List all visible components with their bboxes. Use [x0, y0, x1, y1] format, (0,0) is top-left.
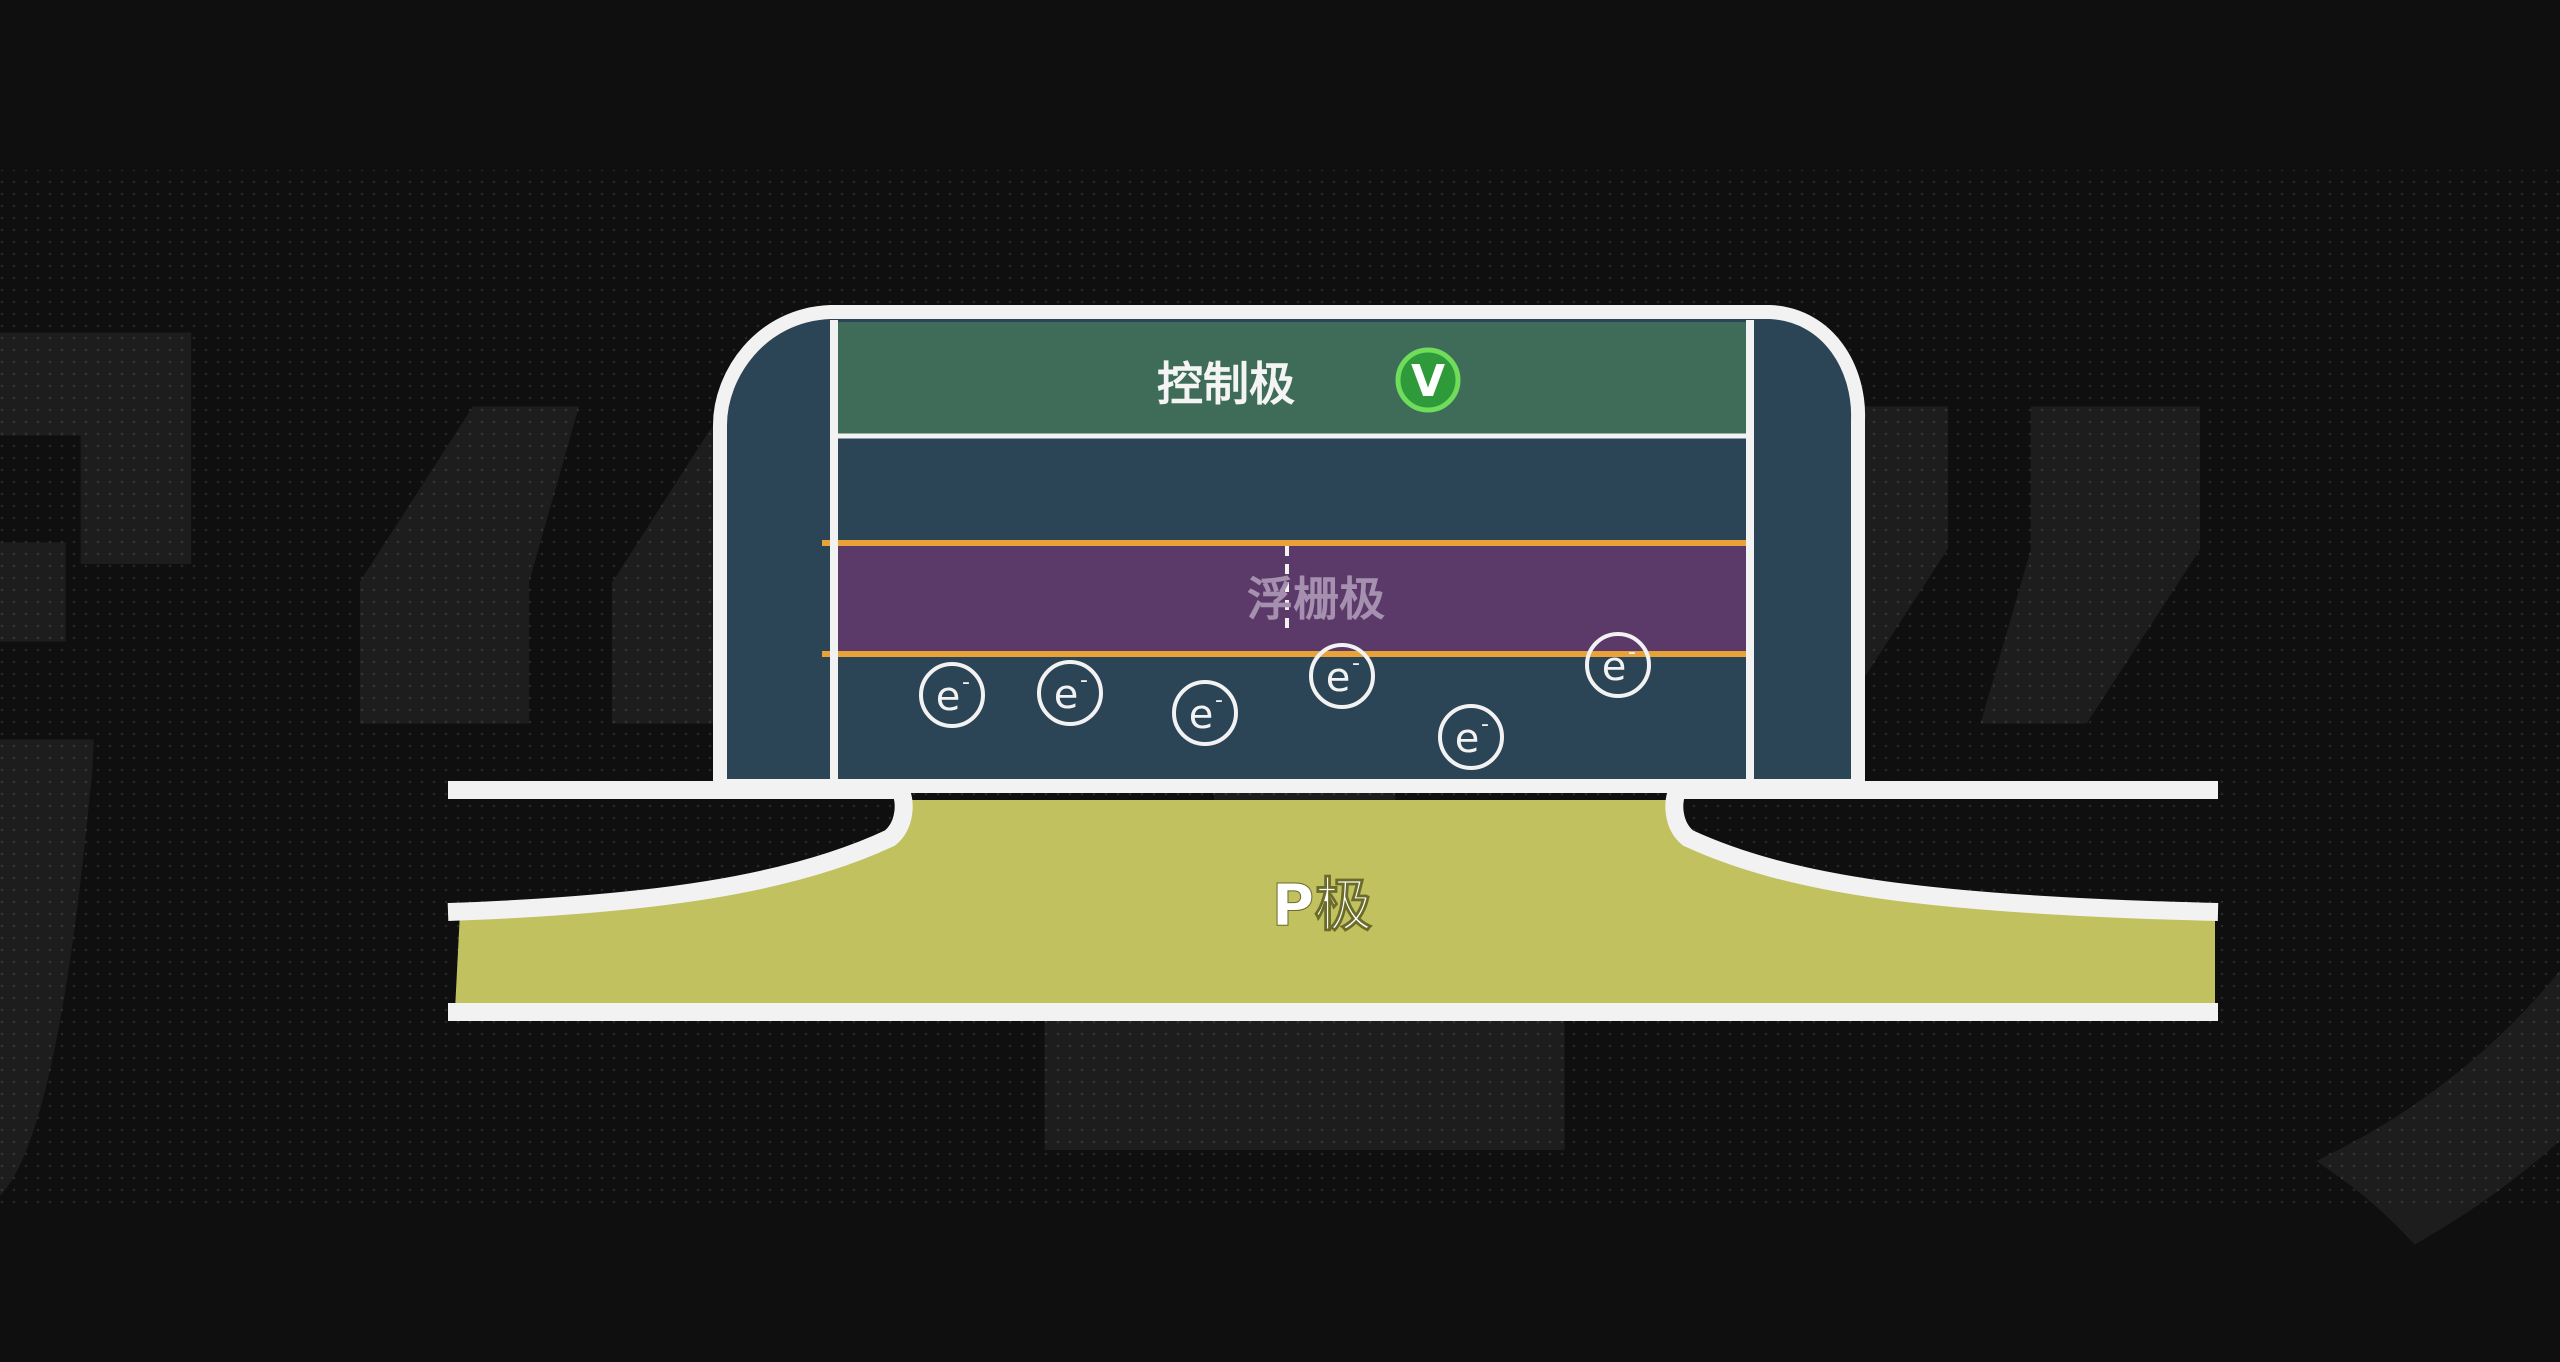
electron-symbol: e — [1189, 692, 1214, 738]
control-gate-label: 控制极 — [1157, 357, 1295, 411]
voltage-badge: V — [1395, 347, 1461, 413]
voltage-badge-label: V — [1411, 356, 1445, 407]
electron-symbol: e — [1455, 716, 1480, 762]
electron-charge: - — [1352, 651, 1360, 676]
flash-cell-diagram: 写“1”入 控制极 V 浮栅极 e - e - e - e - — [0, 0, 2560, 1362]
electron-symbol: e — [1326, 655, 1351, 701]
electron-charge: - — [1215, 688, 1223, 713]
electron-charge: - — [1628, 640, 1636, 665]
p-region-label: P极 — [1272, 871, 1373, 939]
electron-symbol: e — [1602, 644, 1627, 690]
electron-charge: - — [962, 670, 970, 695]
electron-charge: - — [1080, 668, 1088, 693]
electron-symbol: e — [1054, 672, 1079, 718]
floating-gate-label: 浮栅极 — [1247, 572, 1385, 626]
electron-charge: - — [1481, 712, 1489, 737]
electron-symbol: e — [936, 674, 961, 720]
